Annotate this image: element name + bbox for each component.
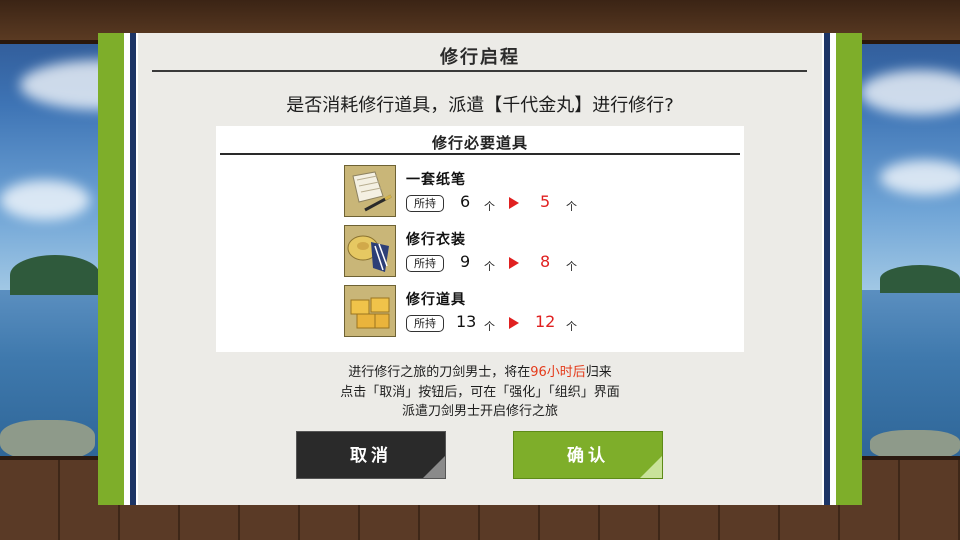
- notice-line-2: 点击「取消」按钮后，可在「强化」「组织」界面: [340, 385, 620, 400]
- owned-quantity: 9: [460, 252, 471, 271]
- items-panel-title: 修行必要道具: [431, 134, 528, 152]
- title-divider: [152, 70, 807, 72]
- cloud: [880, 160, 960, 195]
- item-row-outfit: 修行衣装 所持 9 个 8 个: [344, 225, 604, 279]
- dialog-title: 修行启程: [440, 47, 520, 68]
- button-corner-decoration: [640, 456, 662, 478]
- item-name: 修行衣装: [406, 232, 466, 248]
- return-time-highlight: 96小时后: [530, 365, 586, 380]
- owned-tag: 所持: [406, 255, 444, 272]
- notice-line-3: 派遣刀剑男士开启修行之旅: [401, 404, 558, 419]
- training-departure-dialog: 修行启程 是否消耗修行道具，派遣【千代金丸】进行修行? 修行必要道具 一套纸笔 …: [98, 33, 862, 505]
- item-name: 一套纸笔: [406, 172, 466, 188]
- travel-outfit-icon: [344, 225, 396, 277]
- confirm-button[interactable]: 确认: [513, 431, 663, 479]
- item-row-training-tools: 修行道具 所持 13 个 12 个: [344, 285, 604, 339]
- owned-tag: 所持: [406, 195, 444, 212]
- button-corner-decoration: [423, 456, 445, 478]
- island: [10, 255, 100, 295]
- unit-label: 个: [484, 320, 495, 333]
- items-panel-divider: [220, 153, 740, 155]
- left-green-stripe: [98, 33, 124, 505]
- owned-quantity: 13: [456, 312, 477, 331]
- confirm-question: 是否消耗修行道具，派遣【千代金丸】进行修行?: [286, 95, 674, 116]
- confirm-button-label: 确认: [567, 446, 609, 466]
- dialog-body: 修行启程 是否消耗修行道具，派遣【千代金丸】进行修行? 修行必要道具 一套纸笔 …: [138, 33, 822, 505]
- required-items-panel: 修行必要道具 一套纸笔 所持 6 个 5 个 修行衣装 所持 9 个 8 个 修…: [216, 126, 744, 352]
- cloud: [0, 180, 90, 220]
- unit-label: 个: [484, 260, 495, 273]
- owned-tag: 所持: [406, 315, 444, 332]
- remaining-quantity: 8: [540, 252, 551, 271]
- training-tools-icon: [344, 285, 396, 337]
- unit-label: 个: [566, 320, 577, 333]
- right-green-stripe: [836, 33, 862, 505]
- unit-label: 个: [566, 260, 577, 273]
- island: [880, 265, 960, 293]
- paper-brush-icon: [344, 165, 396, 217]
- owned-quantity: 6: [460, 192, 471, 211]
- arrow-right-icon: [509, 197, 519, 209]
- remaining-quantity: 5: [540, 192, 551, 211]
- notice-line-1: 进行修行之旅的刀剑男士，将在96小时后归来: [138, 361, 822, 380]
- notice-text: 归来: [585, 365, 612, 380]
- shore-rocks: [0, 420, 95, 460]
- item-name: 修行道具: [406, 292, 466, 308]
- unit-label: 个: [484, 200, 495, 213]
- notice-text: 进行修行之旅的刀剑男士，将在: [348, 365, 531, 380]
- arrow-right-icon: [509, 317, 519, 329]
- item-row-paper-brush: 一套纸笔 所持 6 个 5 个: [344, 165, 604, 219]
- remaining-quantity: 12: [535, 312, 556, 331]
- cancel-button[interactable]: 取消: [296, 431, 446, 479]
- arrow-right-icon: [509, 257, 519, 269]
- unit-label: 个: [566, 200, 577, 213]
- cancel-button-label: 取消: [350, 446, 392, 466]
